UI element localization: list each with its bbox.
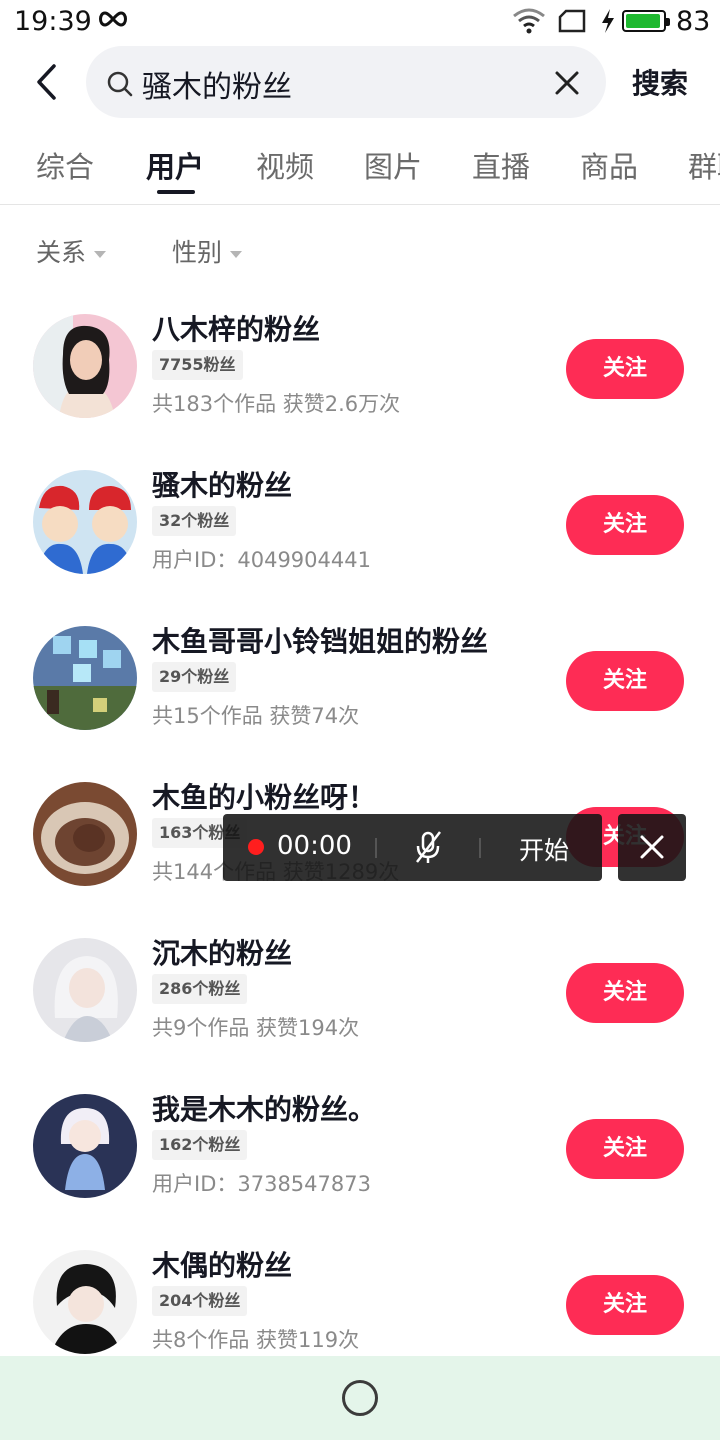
user-meta: 共15个作品 获赞74次 xyxy=(152,704,360,728)
tab-live[interactable]: 直播 xyxy=(472,144,530,186)
screen-recorder-bar: 00:00 开始 xyxy=(223,814,602,881)
follow-button[interactable]: 关注 xyxy=(566,495,684,555)
search-input[interactable]: 骚木的粉丝 xyxy=(86,46,606,118)
user-meta: 共8个作品 获赞119次 xyxy=(152,1328,360,1352)
filter-gender-label: 性别 xyxy=(172,238,223,267)
search-icon xyxy=(107,71,133,97)
avatar[interactable] xyxy=(33,938,137,1042)
filter-relation[interactable]: 关系 xyxy=(36,233,107,269)
user-meta: 共9个作品 获赞194次 xyxy=(152,1016,360,1040)
user-row[interactable]: 骚木的粉丝 32个粉丝 用户ID：4049904441 关注 xyxy=(0,456,720,612)
wifi-icon xyxy=(513,8,545,34)
caret-down-icon xyxy=(230,250,243,258)
record-timer: 00:00 xyxy=(277,831,352,861)
search-tabs: 综合 用户 视频 图片 直播 商品 群聊 xyxy=(0,136,720,205)
tab-images[interactable]: 图片 xyxy=(364,144,422,186)
tab-users[interactable]: 用户 xyxy=(146,144,204,186)
user-name: 木鱼的小粉丝呀！ xyxy=(152,781,377,814)
follower-count-badge: 204个粉丝 xyxy=(152,1286,248,1316)
avatar[interactable] xyxy=(33,626,137,730)
follower-count-badge: 162个粉丝 xyxy=(152,1130,248,1160)
user-name: 八木梓的粉丝 xyxy=(152,313,321,346)
user-meta: 用户ID：4049904441 xyxy=(152,548,371,572)
close-icon xyxy=(640,835,664,859)
avatar[interactable] xyxy=(33,782,137,886)
user-row[interactable]: 八木梓的粉丝 7755粉丝 共183个作品 获赞2.6万次 关注 xyxy=(0,300,720,456)
follow-button[interactable]: 关注 xyxy=(566,963,684,1023)
caret-down-icon xyxy=(94,250,107,258)
recorder-close-button[interactable] xyxy=(618,814,686,881)
follow-button[interactable]: 关注 xyxy=(566,1275,684,1335)
user-name: 木偶的粉丝 xyxy=(152,1249,293,1282)
user-row[interactable]: 木鱼哥哥小铃铛姐姐的粉丝 29个粉丝 共15个作品 获赞74次 关注 xyxy=(0,612,720,768)
sim-icon xyxy=(558,9,586,33)
system-nav-bar xyxy=(0,1356,720,1440)
mic-muted-icon[interactable] xyxy=(413,830,443,864)
charging-icon xyxy=(602,9,614,33)
clear-icon[interactable] xyxy=(552,68,582,98)
filter-relation-label: 关系 xyxy=(36,238,87,267)
user-name: 木鱼哥哥小铃铛姐姐的粉丝 xyxy=(152,625,489,658)
home-icon[interactable] xyxy=(342,1380,378,1416)
tab-videos[interactable]: 视频 xyxy=(256,144,314,186)
record-start-button[interactable]: 开始 xyxy=(519,831,569,867)
user-meta: 用户ID：3738547873 xyxy=(152,1172,371,1196)
infinity-icon xyxy=(99,11,127,27)
user-row[interactable]: 沉木的粉丝 286个粉丝 共9个作品 获赞194次 关注 xyxy=(0,924,720,1080)
follower-count-badge: 29个粉丝 xyxy=(152,662,237,692)
battery-icon xyxy=(622,10,670,32)
record-dot-icon xyxy=(248,839,264,855)
follow-button[interactable]: 关注 xyxy=(566,339,684,399)
user-name: 骚木的粉丝 xyxy=(152,469,293,502)
user-name: 我是木木的粉丝。 xyxy=(152,1093,377,1126)
follower-count-badge: 32个粉丝 xyxy=(152,506,237,536)
follow-button[interactable]: 关注 xyxy=(566,1119,684,1179)
search-button[interactable]: 搜索 xyxy=(632,62,688,102)
divider xyxy=(479,838,481,858)
follow-button[interactable]: 关注 xyxy=(566,651,684,711)
status-time: 19:39 xyxy=(14,6,92,37)
tab-indicator xyxy=(157,190,195,194)
avatar[interactable] xyxy=(33,1250,137,1354)
filter-gender[interactable]: 性别 xyxy=(172,233,243,269)
avatar[interactable] xyxy=(33,470,137,574)
tab-group-chat[interactable]: 群聊 xyxy=(688,144,720,186)
user-name: 沉木的粉丝 xyxy=(152,937,293,970)
user-row[interactable]: 我是木木的粉丝。 162个粉丝 用户ID：3738547873 关注 xyxy=(0,1080,720,1236)
avatar[interactable] xyxy=(33,314,137,418)
user-meta: 共183个作品 获赞2.6万次 xyxy=(152,392,401,416)
tab-all[interactable]: 综合 xyxy=(36,144,94,186)
follower-count-badge: 286个粉丝 xyxy=(152,974,248,1004)
avatar[interactable] xyxy=(33,1094,137,1198)
battery-level: 83 xyxy=(676,6,711,37)
status-bar: 19:39 83 xyxy=(0,0,720,44)
follower-count-badge: 7755粉丝 xyxy=(152,350,243,380)
back-icon[interactable] xyxy=(26,60,70,104)
search-query: 骚木的粉丝 xyxy=(142,70,292,105)
tab-products[interactable]: 商品 xyxy=(580,144,638,186)
divider xyxy=(375,838,377,858)
